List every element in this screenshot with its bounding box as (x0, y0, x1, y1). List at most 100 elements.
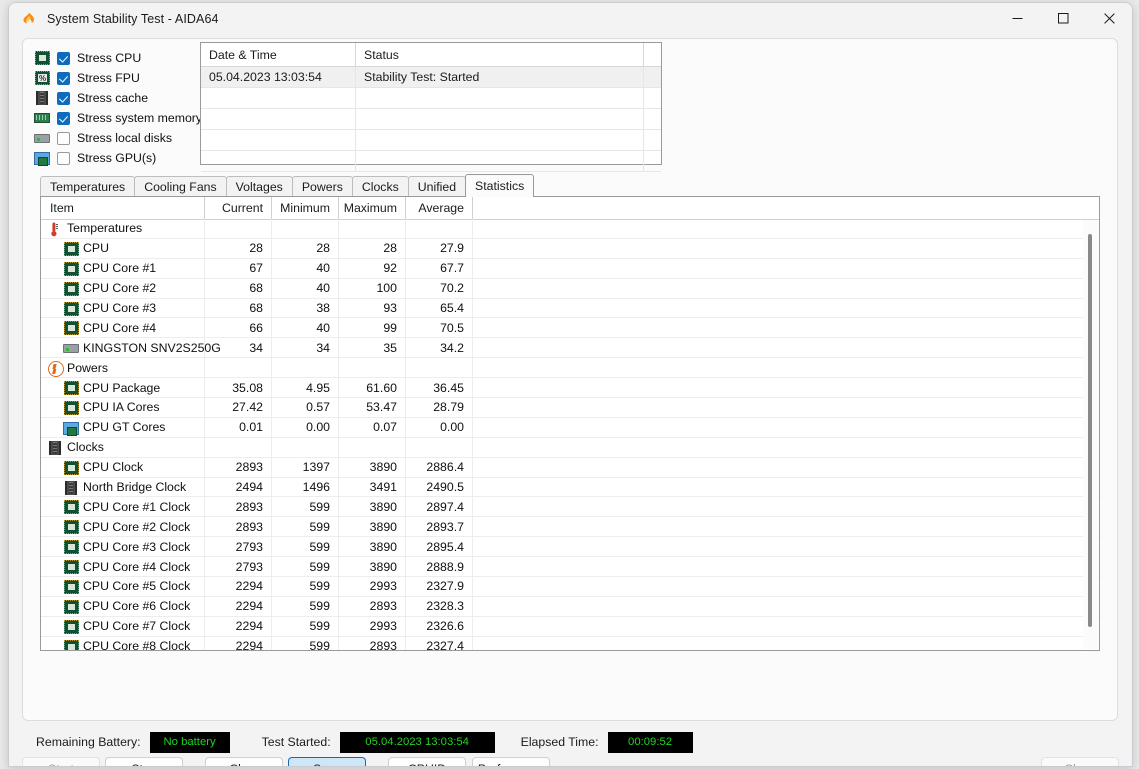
stats-cell-maximum (339, 438, 406, 457)
stress-checkbox-2[interactable] (57, 92, 70, 105)
stats-cell-current: 2294 (205, 637, 272, 650)
statistics-row[interactable]: CPU Package35.084.9561.6036.45 (41, 378, 1099, 398)
stress-option-5[interactable]: Stress GPU(s) (34, 148, 214, 168)
log-row-empty[interactable] (201, 88, 661, 109)
stress-checkbox-1[interactable] (57, 72, 70, 85)
statistics-row[interactable]: CPU Core #2 Clock289359938902893.7 (41, 517, 1099, 537)
statistics-row[interactable]: CPU Core #4 Clock279359938902888.9 (41, 557, 1099, 577)
statistics-row[interactable]: KINGSTON SNV2S250G34343534.2 (41, 338, 1099, 358)
tab-temperatures[interactable]: Temperatures (40, 176, 135, 197)
statistics-row[interactable]: North Bridge Clock2494149634912490.5 (41, 478, 1099, 498)
stats-item-label: CPU Core #7 Clock (83, 619, 190, 633)
stats-cell-item: CPU Core #2 (41, 279, 205, 298)
close-dialog-button[interactable]: Close (1041, 757, 1119, 767)
statistics-row[interactable]: CPU GT Cores0.010.000.070.00 (41, 418, 1099, 438)
stats-cell-item: Powers (41, 358, 205, 377)
event-log-table[interactable]: Date & Time Status 05.04.2023 13:03:54St… (200, 42, 662, 165)
statistics-row[interactable]: CPU Core #1 Clock289359938902897.4 (41, 497, 1099, 517)
statistics-header-row: Item Current Minimum Maximum Average (41, 197, 1099, 220)
stats-item-label: CPU Core #1 (83, 261, 156, 275)
stats-cell-minimum: 599 (272, 517, 339, 536)
stats-header-item[interactable]: Item (41, 197, 205, 219)
close-button[interactable] (1086, 3, 1132, 34)
tab-unified[interactable]: Unified (408, 176, 466, 197)
stress-checkbox-5[interactable] (57, 152, 70, 165)
stats-cell-maximum: 3890 (339, 497, 406, 516)
stats-cell-maximum: 35 (339, 338, 406, 357)
start-button[interactable]: Start (22, 757, 100, 767)
log-cell-empty (356, 109, 644, 129)
tab-statistics[interactable]: Statistics (465, 174, 534, 197)
stats-cell-filler (473, 497, 1099, 516)
stress-option-2[interactable]: Stress cache (34, 88, 214, 108)
statistics-row[interactable]: CPU Core #3 Clock279359938902895.4 (41, 537, 1099, 557)
stats-cell-average: 2893.7 (406, 517, 473, 536)
stats-cell-current (205, 438, 272, 457)
clear-button[interactable]: Clear (205, 757, 283, 767)
stats-item-label: CPU Core #1 Clock (83, 500, 190, 514)
stats-header-filler[interactable] (473, 197, 1099, 219)
stress-checkbox-3[interactable] (57, 112, 70, 125)
stats-cell-maximum: 3491 (339, 478, 406, 497)
stats-cell-average: 2326.6 (406, 617, 473, 636)
statistics-scrollbar[interactable] (1083, 220, 1098, 649)
log-cell-empty (356, 88, 644, 108)
stress-option-1[interactable]: %Stress FPU (34, 68, 214, 88)
stress-option-0[interactable]: Stress CPU (34, 48, 214, 68)
stats-cell-current: 27.42 (205, 398, 272, 417)
statistics-row[interactable]: CPU IA Cores27.420.5753.4728.79 (41, 398, 1099, 418)
stress-option-3[interactable]: Stress system memory (34, 108, 214, 128)
stats-header-minimum[interactable]: Minimum (272, 197, 339, 219)
statistics-row[interactable]: CPU Core #466409970.5 (41, 318, 1099, 338)
stats-cell-current: 2294 (205, 577, 272, 596)
minimize-button[interactable] (994, 3, 1040, 34)
event-log-body: 05.04.2023 13:03:54Stability Test: Start… (201, 67, 661, 172)
cpuid-button[interactable]: CPUID (388, 757, 466, 767)
tab-clocks[interactable]: Clocks (352, 176, 409, 197)
tab-cooling-fans[interactable]: Cooling Fans (134, 176, 226, 197)
stats-header-maximum[interactable]: Maximum (339, 197, 406, 219)
gpu-card-icon (34, 150, 51, 166)
statistics-row[interactable]: CPU Core #7 Clock229459929932326.6 (41, 617, 1099, 637)
save-button[interactable]: Save (288, 757, 366, 767)
stats-cell-current: 68 (205, 279, 272, 298)
log-row-empty[interactable] (201, 151, 661, 172)
maximize-button[interactable] (1040, 3, 1086, 34)
button-bar: Start Stop Clear Save CPUID Preferences … (9, 757, 1132, 767)
stats-cell-current: 28 (205, 239, 272, 258)
statistics-row[interactable]: CPU Core #5 Clock229459929932327.9 (41, 577, 1099, 597)
log-row-empty[interactable] (201, 109, 661, 130)
stats-cell-filler (473, 259, 1099, 278)
tab-voltages[interactable]: Voltages (226, 176, 293, 197)
preferences-button[interactable]: Preferences (472, 757, 550, 767)
stats-header-current[interactable]: Current (205, 197, 272, 219)
stats-header-average[interactable]: Average (406, 197, 473, 219)
statistics-row[interactable]: Powers (41, 358, 1099, 378)
statistics-row[interactable]: CPU28282827.9 (41, 239, 1099, 259)
stop-button[interactable]: Stop (105, 757, 183, 767)
log-header-status[interactable]: Status (356, 43, 644, 66)
stress-option-4[interactable]: Stress local disks (34, 128, 214, 148)
stress-checkbox-0[interactable] (57, 52, 70, 65)
statistics-row[interactable]: CPU Clock2893139738902886.4 (41, 458, 1099, 478)
log-header-extra[interactable] (644, 43, 661, 66)
statistics-scrollbar-thumb[interactable] (1088, 234, 1092, 627)
statistics-row[interactable]: CPU Core #2684010070.2 (41, 279, 1099, 299)
tab-powers[interactable]: Powers (292, 176, 353, 197)
stats-cell-minimum: 4.95 (272, 378, 339, 397)
stats-item-label: CPU Core #4 Clock (83, 560, 190, 574)
statistics-row[interactable]: CPU Core #368389365.4 (41, 299, 1099, 319)
stats-cell-item: KINGSTON SNV2S250G (41, 338, 205, 357)
flame-icon (21, 11, 37, 27)
stats-cell-minimum (272, 438, 339, 457)
statistics-row[interactable]: Temperatures (41, 219, 1099, 239)
stats-cell-filler (473, 358, 1099, 377)
statistics-row[interactable]: CPU Core #167409267.7 (41, 259, 1099, 279)
statistics-row[interactable]: Clocks (41, 438, 1099, 458)
statistics-row[interactable]: CPU Core #8 Clock229459928932327.4 (41, 637, 1099, 650)
stress-checkbox-4[interactable] (57, 132, 70, 145)
log-header-datetime[interactable]: Date & Time (201, 43, 356, 66)
statistics-row[interactable]: CPU Core #6 Clock229459928932328.3 (41, 597, 1099, 617)
log-row[interactable]: 05.04.2023 13:03:54Stability Test: Start… (201, 67, 661, 88)
log-row-empty[interactable] (201, 130, 661, 151)
